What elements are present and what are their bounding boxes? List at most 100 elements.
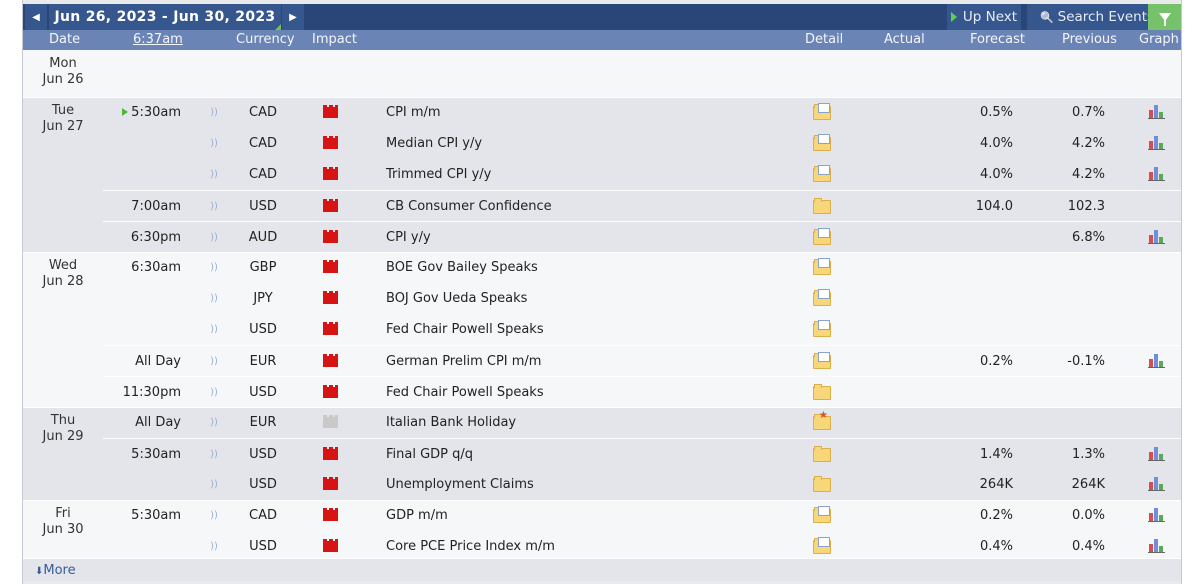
detail-folder-icon[interactable] bbox=[813, 191, 831, 222]
event-title[interactable]: Fed Chair Powell Speaks bbox=[386, 314, 786, 345]
high-impact-icon bbox=[323, 314, 339, 345]
event-previous: 0.0% bbox=[1071, 508, 1105, 523]
event-row[interactable]: 6:30pm)) AUD CPI y/y 6.8% bbox=[103, 221, 1181, 253]
event-title[interactable]: CPI y/y bbox=[386, 222, 786, 253]
graph-icon[interactable] bbox=[1148, 500, 1166, 531]
event-row[interactable]: All Day)) EUR German Prelim CPI m/m 0.2% -0.… bbox=[103, 345, 1181, 377]
event-forecast: 4.0% bbox=[979, 167, 1013, 182]
graph-icon[interactable] bbox=[1148, 97, 1166, 128]
day-divider bbox=[23, 407, 1181, 408]
holiday-detail-icon[interactable]: ★ bbox=[813, 407, 831, 438]
event-title[interactable]: German Prelim CPI m/m bbox=[386, 346, 786, 377]
speaker-icon[interactable]: )) bbox=[208, 128, 220, 159]
event-row[interactable]: )) CAD Trimmed CPI y/y 4.0% 4.2% bbox=[103, 159, 1181, 190]
graph-icon[interactable] bbox=[1148, 439, 1166, 470]
event-currency: USD bbox=[249, 447, 277, 462]
detail-folder-icon[interactable] bbox=[813, 377, 831, 408]
detail-folder-icon[interactable] bbox=[813, 469, 831, 500]
graph-icon[interactable] bbox=[1148, 128, 1166, 159]
detail-folder-icon[interactable] bbox=[813, 346, 831, 377]
header-time[interactable]: 6:37am bbox=[133, 32, 183, 47]
event-row[interactable]: 6:30am)) GBP BOE Gov Bailey Speaks bbox=[103, 252, 1181, 283]
event-title[interactable]: Median CPI y/y bbox=[386, 128, 786, 159]
graph-icon[interactable] bbox=[1148, 346, 1166, 377]
speaker-icon[interactable]: )) bbox=[208, 159, 220, 190]
search-events-button[interactable]: 🔍 Search Events bbox=[1027, 4, 1167, 30]
detail-folder-icon[interactable] bbox=[813, 222, 831, 253]
speaker-icon[interactable]: )) bbox=[208, 377, 220, 408]
detail-folder-icon[interactable] bbox=[813, 439, 831, 470]
header-detail: Detail bbox=[805, 32, 844, 47]
event-title[interactable]: CPI m/m bbox=[386, 97, 786, 128]
day-band bbox=[23, 50, 1181, 97]
event-title[interactable]: Fed Chair Powell Speaks bbox=[386, 377, 786, 408]
event-forecast bbox=[963, 252, 1013, 283]
speaker-icon[interactable]: )) bbox=[208, 222, 220, 253]
event-previous: 1.3% bbox=[1071, 447, 1105, 462]
event-row[interactable]: )) USD Fed Chair Powell Speaks bbox=[103, 314, 1181, 345]
detail-folder-icon[interactable] bbox=[813, 159, 831, 190]
day-divider bbox=[23, 252, 1181, 253]
more-link[interactable]: ⬇More bbox=[35, 563, 76, 578]
graph-icon[interactable] bbox=[1148, 469, 1166, 500]
current-event-icon bbox=[122, 108, 129, 116]
event-currency: JPY bbox=[253, 291, 273, 306]
event-title[interactable]: CB Consumer Confidence bbox=[386, 191, 786, 222]
speaker-icon[interactable]: )) bbox=[208, 439, 220, 470]
graph-icon[interactable] bbox=[1148, 222, 1166, 253]
event-title[interactable]: Italian Bank Holiday bbox=[386, 407, 786, 438]
speaker-icon[interactable]: )) bbox=[208, 252, 220, 283]
event-row[interactable]: )) USD Unemployment Claims 264K 264K bbox=[103, 469, 1181, 500]
event-title[interactable]: BOJ Gov Ueda Speaks bbox=[386, 283, 786, 314]
event-row[interactable]: 7:00am)) USD CB Consumer Confidence 104.0 10… bbox=[103, 190, 1181, 222]
event-time-text: 5:30am bbox=[131, 105, 181, 120]
prev-week-button[interactable]: ◀ bbox=[25, 4, 47, 30]
event-row[interactable]: 5:30am)) USD Final GDP q/q 1.4% 1.3% bbox=[103, 438, 1181, 470]
event-forecast bbox=[963, 407, 1013, 438]
event-title[interactable]: BOE Gov Bailey Speaks bbox=[386, 252, 786, 283]
detail-folder-icon[interactable] bbox=[813, 128, 831, 159]
speaker-icon[interactable]: )) bbox=[208, 469, 220, 500]
up-next-button[interactable]: Up Next bbox=[947, 4, 1021, 30]
speaker-icon[interactable]: )) bbox=[208, 500, 220, 531]
next-week-button[interactable]: ▶ bbox=[282, 4, 304, 30]
speaker-icon[interactable]: )) bbox=[208, 346, 220, 377]
header-currency: Currency bbox=[236, 32, 295, 47]
event-title[interactable]: Unemployment Claims bbox=[386, 469, 786, 500]
event-previous: 6.8% bbox=[1071, 230, 1105, 245]
graph-icon[interactable] bbox=[1148, 159, 1166, 190]
filter-button[interactable] bbox=[1148, 4, 1181, 30]
event-row[interactable]: All Day)) EUR Italian Bank Holiday ★ bbox=[103, 407, 1181, 438]
speaker-icon[interactable]: )) bbox=[208, 97, 220, 128]
detail-folder-icon[interactable] bbox=[813, 97, 831, 128]
detail-folder-icon[interactable] bbox=[813, 252, 831, 283]
event-row[interactable]: )) CAD Median CPI y/y 4.0% 4.2% bbox=[103, 128, 1181, 159]
event-row[interactable]: )) JPY BOJ Gov Ueda Speaks bbox=[103, 283, 1181, 314]
date-range-label[interactable]: Jun 26, 2023 - Jun 30, 2023 bbox=[49, 4, 281, 30]
speaker-icon[interactable]: )) bbox=[208, 283, 220, 314]
event-row[interactable]: 5:30am)) CAD GDP m/m 0.2% 0.0% bbox=[103, 500, 1181, 531]
event-time: 6:30am bbox=[103, 252, 181, 283]
event-title[interactable]: Final GDP q/q bbox=[386, 439, 786, 470]
date-range-text: Jun 26, 2023 - Jun 30, 2023 bbox=[54, 9, 276, 25]
event-title[interactable]: Trimmed CPI y/y bbox=[386, 159, 786, 190]
speaker-icon[interactable]: )) bbox=[208, 314, 220, 345]
event-row[interactable]: 11:30pm)) USD Fed Chair Powell Speaks bbox=[103, 376, 1181, 408]
event-currency: CAD bbox=[249, 167, 277, 182]
speaker-icon[interactable]: )) bbox=[208, 407, 220, 438]
event-time-text: 5:30am bbox=[131, 447, 181, 462]
event-row[interactable]: 5:30am)) CAD CPI m/m 0.5% 0.7% bbox=[103, 97, 1181, 128]
speaker-icon[interactable]: )) bbox=[208, 191, 220, 222]
event-previous bbox=[1053, 283, 1105, 314]
high-impact-icon bbox=[323, 252, 339, 283]
high-impact-icon bbox=[323, 469, 339, 500]
event-forecast bbox=[963, 314, 1013, 345]
event-forecast bbox=[963, 283, 1013, 314]
arrow-right-icon: ▶ bbox=[289, 11, 297, 23]
event-currency: USD bbox=[249, 477, 277, 492]
detail-folder-icon[interactable] bbox=[813, 314, 831, 345]
detail-folder-icon[interactable] bbox=[813, 500, 831, 531]
detail-folder-icon[interactable] bbox=[813, 283, 831, 314]
event-title[interactable]: GDP m/m bbox=[386, 500, 786, 531]
event-previous: 4.2% bbox=[1071, 167, 1105, 182]
